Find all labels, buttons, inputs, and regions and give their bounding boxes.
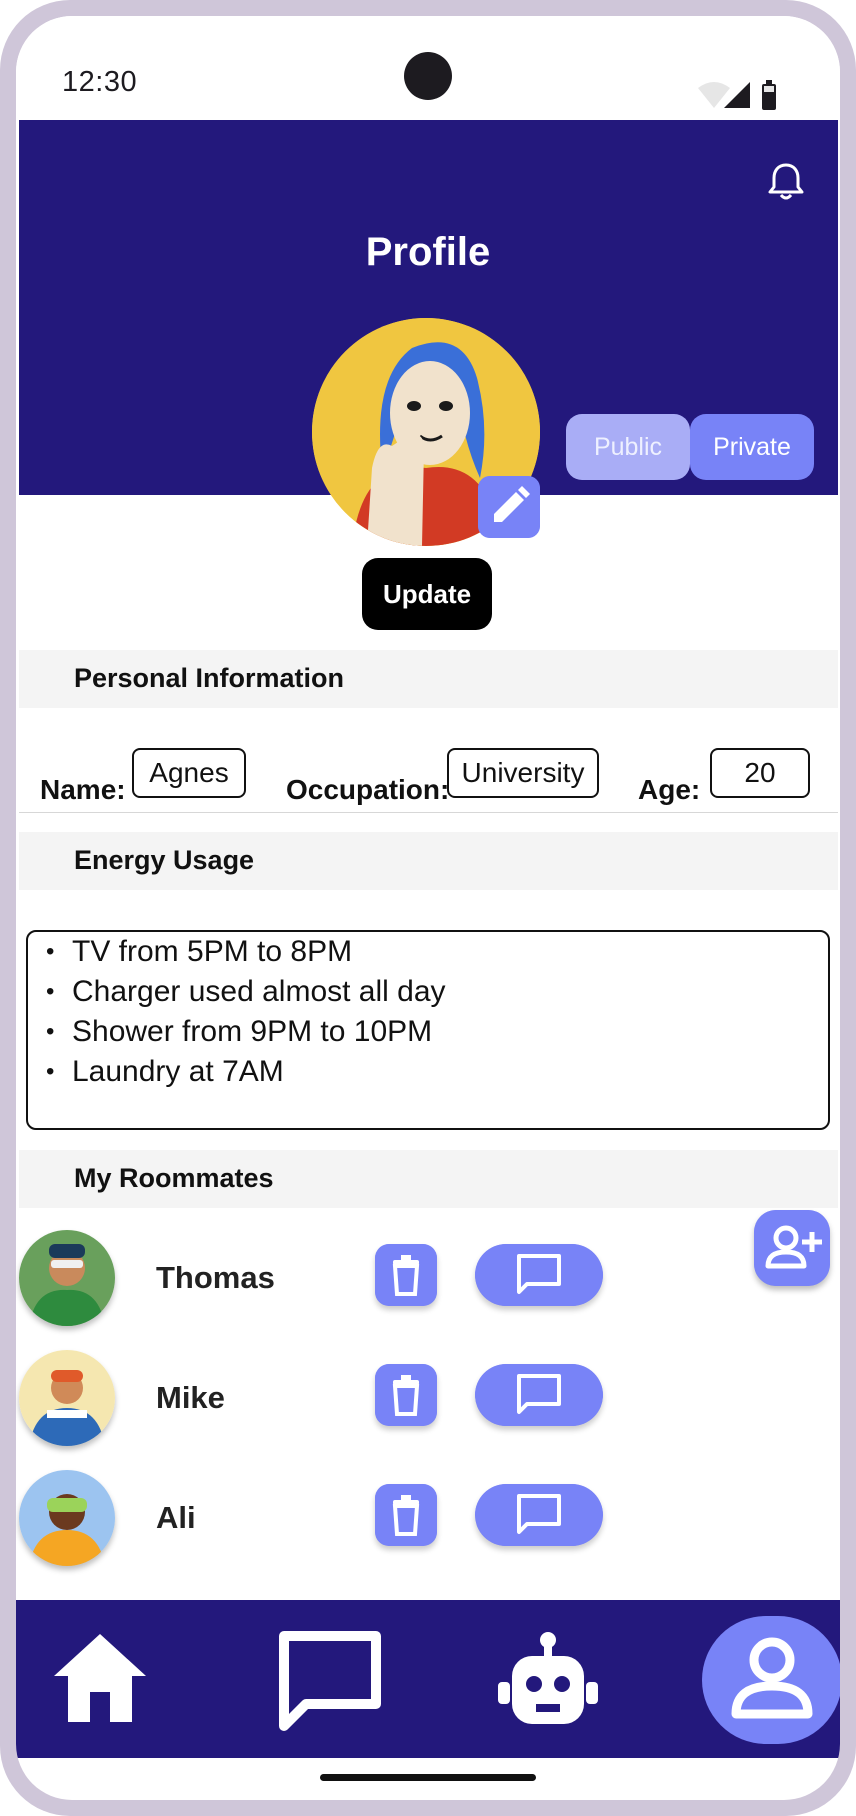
page-title: Profile [365, 230, 491, 274]
roommate-row: Ali [16, 1470, 840, 1570]
camera-cutout [404, 52, 452, 100]
my-roommates-section: My Roommates [19, 1150, 838, 1208]
pencil-icon[interactable] [478, 476, 540, 538]
energy-usage-list[interactable]: TV from 5PM to 8PM Charger used almost a… [26, 930, 830, 1130]
energy-item: Charger used almost all day [46, 972, 828, 1012]
person-icon [731, 1637, 813, 1719]
chat-icon[interactable] [475, 1484, 603, 1546]
age-field[interactable]: 20 [710, 748, 810, 798]
wifi-icon [698, 82, 730, 108]
public-toggle[interactable]: Public [566, 414, 690, 480]
section-title: Personal Information [74, 663, 345, 693]
section-title: My Roommates [74, 1163, 274, 1193]
trash-icon[interactable] [375, 1484, 437, 1546]
status-time: 12:30 [62, 66, 138, 98]
roommate-row: Thomas [16, 1230, 840, 1330]
roommate-name: Ali [156, 1500, 196, 1535]
avatar [19, 1230, 115, 1326]
system-icons [698, 80, 776, 110]
chat-icon[interactable] [475, 1244, 603, 1306]
roommate-name: Thomas [156, 1260, 275, 1295]
age-label: Age: [638, 774, 701, 805]
update-button[interactable]: Update [362, 558, 492, 630]
energy-item: Shower from 9PM to 10PM [46, 1012, 828, 1052]
name-field[interactable]: Agnes [132, 748, 246, 798]
roommate-row: Mike [16, 1350, 840, 1450]
status-bar: 12:30 [16, 16, 840, 120]
chat-icon[interactable] [475, 1364, 603, 1426]
occupation-label: Occupation: [286, 774, 450, 805]
name-label: Name: [40, 774, 126, 805]
private-toggle[interactable]: Private [690, 414, 814, 480]
bell-icon[interactable] [764, 160, 808, 204]
screen: 12:30 Profile Public Private Update Pers… [16, 16, 840, 1800]
section-title: Energy Usage [74, 845, 255, 875]
avatar [19, 1470, 115, 1566]
home-icon[interactable] [52, 1630, 148, 1726]
energy-usage-section: Energy Usage [19, 832, 838, 890]
nav-profile-active[interactable] [702, 1616, 840, 1744]
home-indicator[interactable] [320, 1774, 536, 1781]
trash-icon[interactable] [375, 1244, 437, 1306]
occupation-field[interactable]: University [447, 748, 599, 798]
trash-icon[interactable] [375, 1364, 437, 1426]
divider [19, 812, 838, 813]
energy-item: TV from 5PM to 8PM [46, 932, 828, 972]
robot-icon[interactable] [496, 1630, 600, 1734]
energy-item: Laundry at 7AM [46, 1052, 828, 1092]
chat-icon[interactable] [278, 1630, 382, 1734]
personal-information-section: Personal Information [19, 650, 838, 708]
avatar [19, 1350, 115, 1446]
roommate-name: Mike [156, 1380, 225, 1415]
device-frame: 12:30 Profile Public Private Update Pers… [0, 0, 856, 1816]
signal-icon [724, 82, 750, 108]
